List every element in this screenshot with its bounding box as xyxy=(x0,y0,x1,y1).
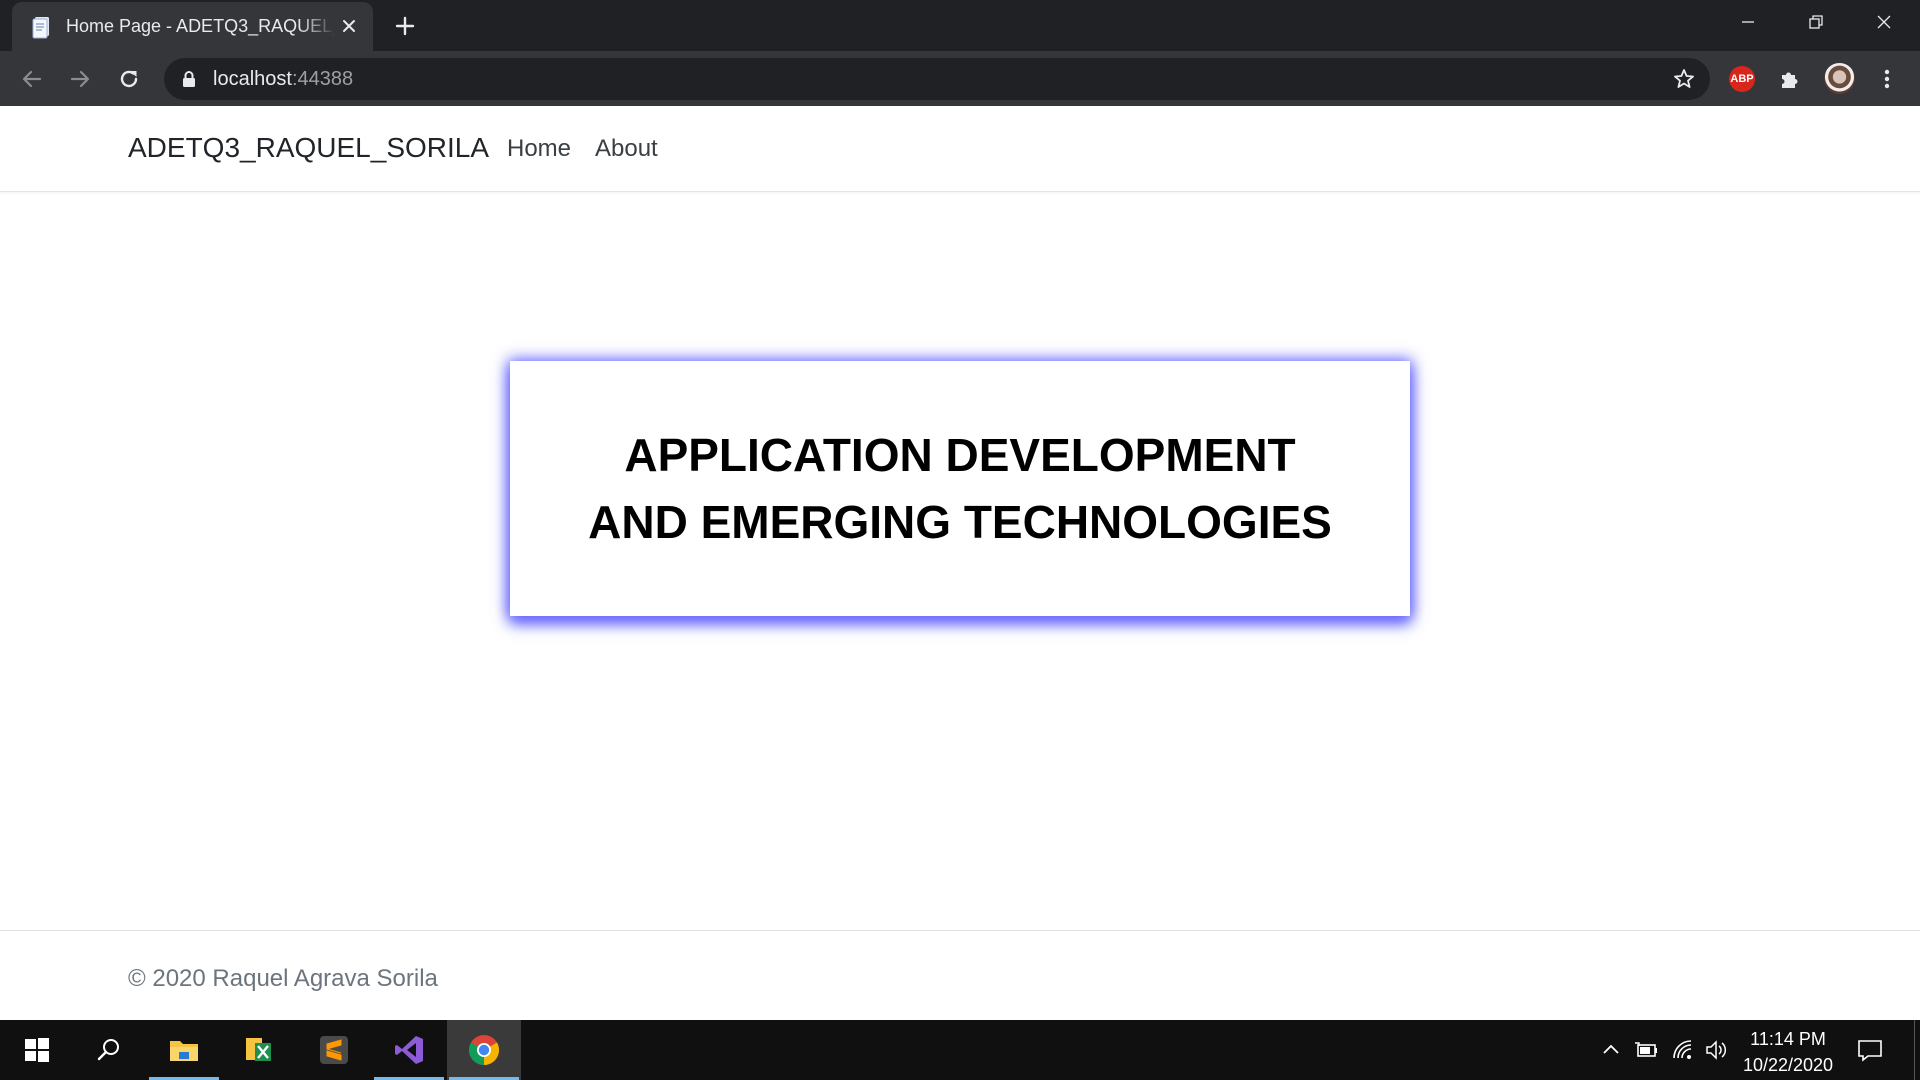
minimize-button[interactable] xyxy=(1714,0,1782,44)
restore-button[interactable] xyxy=(1782,0,1850,44)
site-brand-link[interactable]: ADETQ3_RAQUEL_SORILA xyxy=(128,132,489,164)
lock-icon[interactable] xyxy=(180,69,198,89)
windows-taskbar: 11:14 PM 10/22/2020 xyxy=(0,1020,1920,1080)
wifi-icon[interactable] xyxy=(1671,1038,1697,1062)
close-window-button[interactable] xyxy=(1850,0,1918,44)
volume-icon[interactable] xyxy=(1704,1038,1730,1062)
reload-button[interactable] xyxy=(115,65,143,93)
nav-link-about[interactable]: About xyxy=(595,135,658,163)
page-icon xyxy=(32,17,49,39)
browser-tab-active[interactable]: Home Page - ADETQ3_RAQUEL_SORILA xyxy=(12,2,373,51)
taskbar-chrome[interactable] xyxy=(447,1020,521,1080)
bookmark-star-icon[interactable] xyxy=(1672,67,1696,91)
footer-copyright: © 2020 Raquel Agrava Sorila xyxy=(128,965,438,992)
sublime-text-icon xyxy=(320,1036,348,1064)
chrome-menu-button[interactable] xyxy=(1873,65,1901,93)
taskbar-visual-studio[interactable] xyxy=(372,1020,446,1080)
spreadsheet-app-icon xyxy=(246,1038,271,1061)
restore-icon xyxy=(1809,15,1823,29)
notifications-icon[interactable] xyxy=(1856,1038,1884,1062)
folder-icon xyxy=(170,1041,198,1061)
system-clock[interactable]: 11:14 PM 10/22/2020 xyxy=(1738,1026,1838,1078)
hero-title-line-2: AND EMERGING TECHNOLOGIES xyxy=(588,495,1332,548)
tab-title: Home Page - ADETQ3_RAQUEL_SORILA xyxy=(66,16,336,36)
url-host: localhost xyxy=(213,68,292,90)
hero-title-line-1: APPLICATION DEVELOPMENT xyxy=(624,428,1296,481)
more-vertical-icon xyxy=(1884,69,1890,89)
new-tab-icon[interactable] xyxy=(392,13,418,39)
adblock-plus-icon[interactable]: ABP xyxy=(1729,66,1755,92)
hero-card: APPLICATION DEVELOPMENT AND EMERGING TEC… xyxy=(510,361,1410,616)
visual-studio-icon xyxy=(395,1036,423,1064)
chrome-icon xyxy=(468,1035,500,1065)
taskbar-file-explorer[interactable] xyxy=(147,1020,221,1080)
extensions-button[interactable] xyxy=(1776,65,1804,93)
chevron-up-icon[interactable] xyxy=(1598,1038,1624,1062)
forward-button[interactable] xyxy=(66,65,94,93)
clock-date: 10/22/2020 xyxy=(1742,1055,1834,1075)
address-bar[interactable]: localhost:44388 xyxy=(164,58,1710,100)
url-port: :44388 xyxy=(291,68,354,90)
show-desktop-button[interactable] xyxy=(1914,1020,1920,1080)
taskbar-sublime-text[interactable] xyxy=(297,1020,371,1080)
close-icon xyxy=(1877,15,1891,29)
arrow-left-icon xyxy=(22,70,42,88)
search-button[interactable] xyxy=(72,1020,146,1080)
url-text: localhost:44388 xyxy=(213,68,353,91)
start-button[interactable] xyxy=(0,1020,74,1080)
taskbar-excel-tool[interactable] xyxy=(222,1020,296,1080)
site-navbar: ADETQ3_RAQUEL_SORILA Home About xyxy=(0,106,1920,192)
windows-logo-icon xyxy=(25,1038,49,1062)
site-footer: © 2020 Raquel Agrava Sorila xyxy=(0,930,1920,1021)
close-tab-icon[interactable] xyxy=(339,16,359,36)
browser-tab-strip: Home Page - ADETQ3_RAQUEL_SORILA xyxy=(0,0,1920,51)
battery-icon[interactable] xyxy=(1634,1038,1660,1062)
clock-time: 11:14 PM xyxy=(1750,1029,1826,1049)
browser-toolbar: localhost:44388 ABP xyxy=(0,51,1920,106)
minimize-icon xyxy=(1742,21,1754,23)
search-icon xyxy=(97,1039,119,1061)
nav-link-home[interactable]: Home xyxy=(507,135,571,163)
puzzle-icon xyxy=(1782,72,1798,88)
profile-avatar[interactable] xyxy=(1824,63,1855,94)
arrow-right-icon xyxy=(70,70,90,88)
reload-icon xyxy=(120,70,138,88)
back-button[interactable] xyxy=(18,65,46,93)
